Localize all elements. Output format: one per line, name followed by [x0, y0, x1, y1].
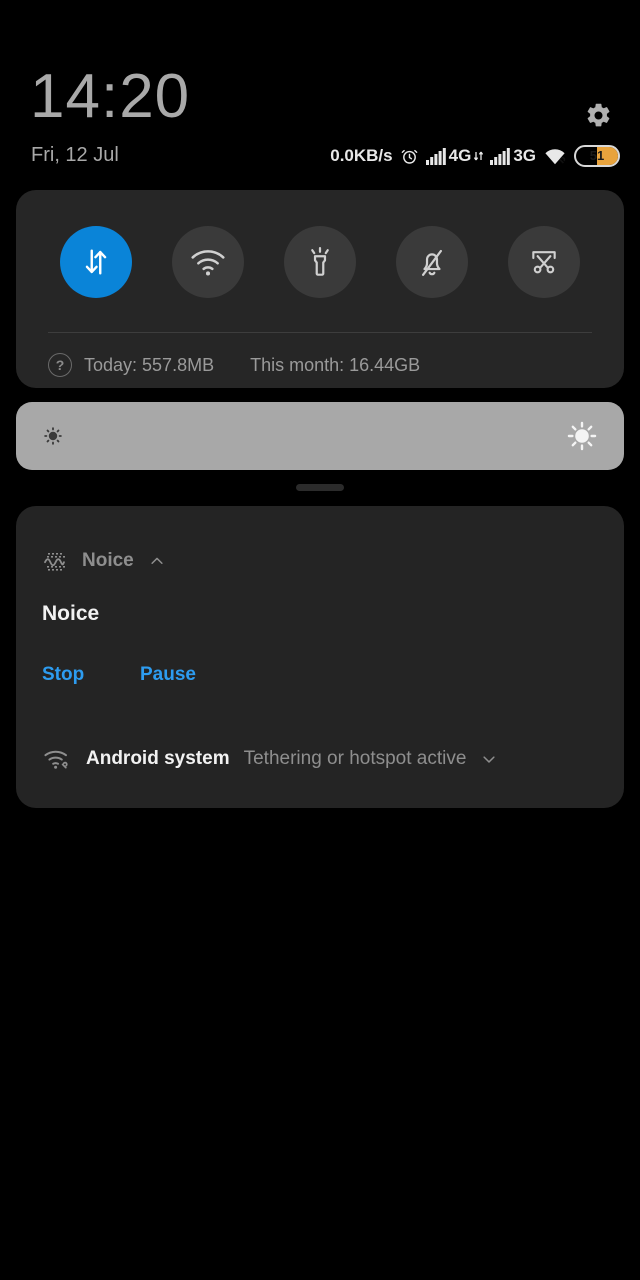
notification-shade: 14:20 Fri, 12 Jul 0.0KB/s 4G 3G 51 ? Tod… — [0, 0, 640, 1280]
tile-flashlight[interactable] — [284, 226, 356, 298]
wifi-icon — [190, 248, 226, 276]
scissors-frame-icon — [528, 246, 560, 278]
data-usage-month: This month: 16.44GB — [250, 354, 421, 375]
tile-silent[interactable] — [396, 226, 468, 298]
shade-header: 14:20 Fri, 12 Jul 0.0KB/s 4G 3G 51 — [0, 0, 640, 180]
sim2-signal: 3G — [490, 146, 536, 166]
wifi-tether-icon — [543, 146, 567, 166]
data-arrows-icon — [79, 245, 113, 279]
battery-indicator: 51 — [574, 145, 620, 167]
system-app-name: Android system — [86, 748, 230, 769]
notification-app-header[interactable]: Noice — [42, 548, 166, 574]
settings-button[interactable] — [578, 95, 618, 135]
status-icons: 0.0KB/s 4G 3G 51 — [330, 143, 620, 169]
quick-settings-tiles — [16, 214, 624, 310]
gear-icon — [583, 100, 613, 130]
data-activity-arrows-icon — [474, 150, 484, 162]
brightness-slider[interactable] — [16, 402, 624, 470]
data-usage-row[interactable]: ? Today: 557.8MB This month: 16.44GB — [48, 348, 420, 382]
notification-android-system[interactable]: Android system Tethering or hotspot acti… — [42, 744, 498, 774]
tile-mobile-data[interactable] — [60, 226, 132, 298]
brightness-high-icon — [566, 420, 598, 452]
data-usage-today: Today: 557.8MB — [84, 354, 215, 375]
notification-title: Noice — [42, 602, 100, 625]
wifi-tether-icon — [42, 746, 72, 772]
clock[interactable]: 14:20 — [30, 60, 190, 134]
notification-actions: Stop Pause — [42, 664, 196, 686]
tile-screenshot[interactable] — [508, 226, 580, 298]
notification-app-name: Noice — [82, 550, 134, 571]
quick-settings-divider — [48, 332, 592, 333]
sim1-signal: 4G — [425, 146, 484, 166]
flashlight-icon — [304, 245, 336, 279]
network-speed: 0.0KB/s — [330, 146, 393, 165]
sim1-network-label: 4G — [448, 146, 472, 165]
alarm-clock-icon — [400, 147, 419, 166]
pause-action-button[interactable]: Pause — [140, 664, 196, 686]
stop-action-button[interactable]: Stop — [42, 664, 140, 686]
signal-bars-icon — [490, 147, 511, 165]
system-summary: Tethering or hotspot active — [243, 748, 467, 769]
shade-drag-handle[interactable] — [296, 484, 344, 491]
chevron-up-icon[interactable] — [148, 552, 166, 570]
help-icon[interactable]: ? — [48, 353, 72, 377]
tile-wifi[interactable] — [172, 226, 244, 298]
date[interactable]: Fri, 12 Jul — [31, 143, 119, 167]
bell-muted-icon — [416, 245, 448, 279]
signal-bars-icon — [425, 147, 446, 165]
waveform-icon — [42, 548, 68, 574]
battery-percent: 51 — [589, 148, 605, 163]
quick-settings-panel: ? Today: 557.8MB This month: 16.44GB — [16, 190, 624, 388]
brightness-low-icon — [42, 425, 64, 447]
chevron-down-icon[interactable] — [480, 750, 498, 768]
sim2-network-label: 3G — [513, 146, 536, 165]
notification-card: Noice Noice Stop Pause Android system Te… — [16, 506, 624, 808]
